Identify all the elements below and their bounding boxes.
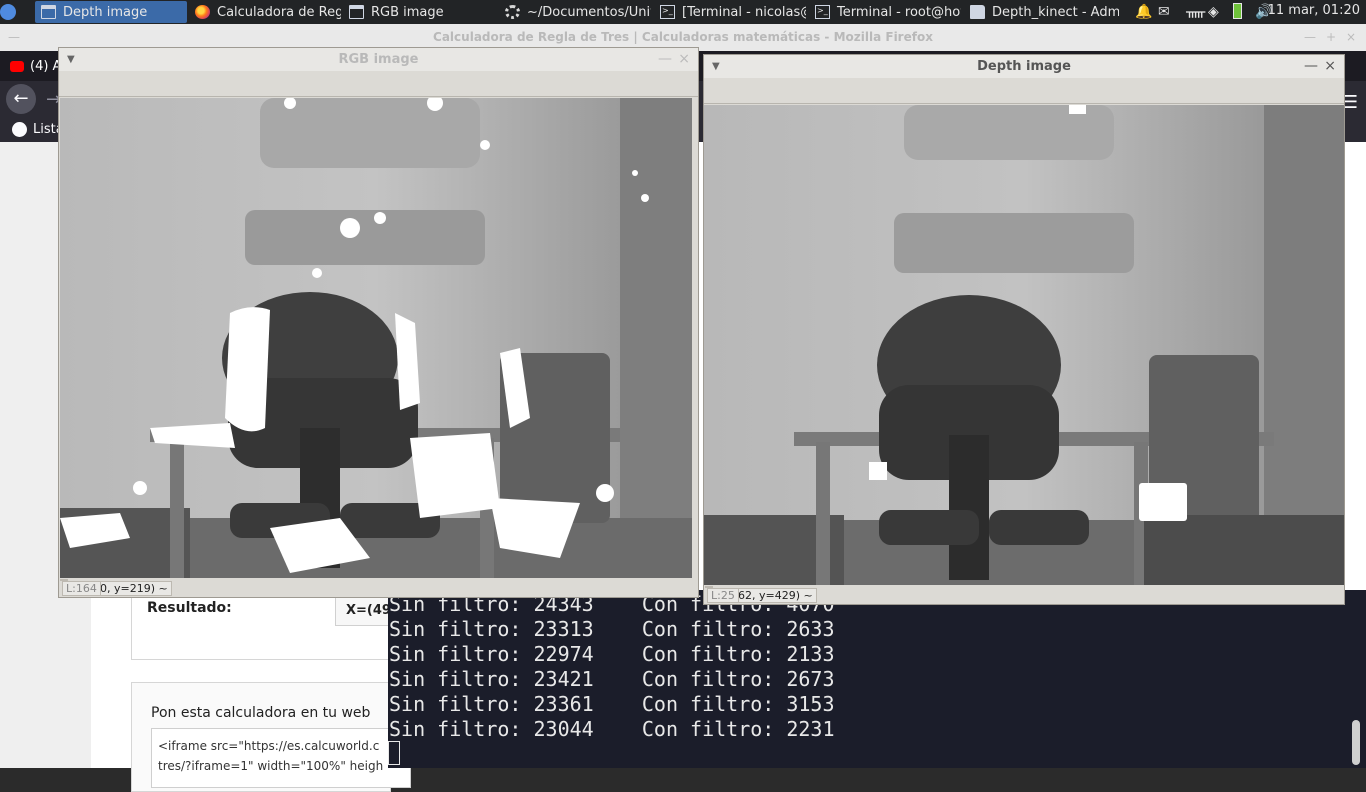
terminal-line: Sin filtro: 23361 Con filtro: 3153 xyxy=(389,692,835,716)
terminal-line: Sin filtro: 23313 Con filtro: 2633 xyxy=(389,617,835,641)
taskbar-app-terminal-nicolas[interactable]: >_ [Terminal - nicolas@... xyxy=(654,1,806,23)
rgb-window-toolbar xyxy=(59,71,698,97)
close-icon[interactable]: × xyxy=(1346,24,1356,51)
window-title: RGB image xyxy=(338,52,419,67)
taskbar-app-depth-image[interactable]: Depth image xyxy=(35,1,187,23)
taskbar-app-label: [Terminal - nicolas@... xyxy=(682,4,806,20)
pixel-readout: (x=570, y=219) ~ L:164 xyxy=(60,579,172,596)
rgb-depth-image[interactable] xyxy=(60,98,692,579)
app-menu-icon[interactable] xyxy=(0,4,16,20)
terminal-line: Sin filtro: 22974 Con filtro: 2133 xyxy=(389,642,835,666)
firefox-icon xyxy=(195,5,210,19)
taskbar: Depth image Calculadora de Regl... RGB i… xyxy=(0,0,1366,24)
rgb-window-statusbar: (x=570, y=219) ~ L:164 xyxy=(59,578,698,597)
depth-window-toolbar xyxy=(704,78,1344,104)
taskbar-app-label: RGB image xyxy=(371,4,444,20)
minimize-icon[interactable]: — xyxy=(1304,24,1316,51)
back-button[interactable]: ← xyxy=(6,84,36,114)
firefox-window-title: Calculadora de Regla de Tres | Calculado… xyxy=(433,30,933,44)
clock[interactable]: 11 mar, 01:20 xyxy=(1268,3,1360,18)
terminal-scrollbar[interactable] xyxy=(1352,720,1360,765)
embed-code-textarea[interactable]: <iframe src="https://es.calcuworld.c tre… xyxy=(151,728,411,788)
window-icon xyxy=(349,5,364,19)
depth-window-titlebar[interactable]: ▼ Depth image — × xyxy=(704,55,1344,78)
mail-icon[interactable]: ✉ xyxy=(1158,4,1170,20)
terminal-line: Sin filtro: 23421 Con filtro: 2673 xyxy=(389,667,835,691)
close-icon[interactable]: × xyxy=(678,48,690,71)
terminal-icon: >_ xyxy=(660,5,675,19)
youtube-icon xyxy=(10,60,24,72)
pixel-readout: (x=262, y=429) ~ L:25 xyxy=(705,586,817,603)
taskbar-app-depth-kinect[interactable]: Depth_kinect - Admi... xyxy=(964,1,1119,23)
embed-title: Pon esta calculadora en tu web xyxy=(151,705,371,721)
bluetooth-icon[interactable]: ᚅ xyxy=(1186,4,1205,20)
taskbar-app-label: Terminal - root@how... xyxy=(837,4,961,20)
depth-image-window[interactable]: ▼ Depth image — × (x=262, y=429) ~ L:25 xyxy=(703,54,1345,605)
battery-icon[interactable] xyxy=(1233,3,1242,19)
wifi-icon[interactable]: ◈ xyxy=(1208,4,1219,20)
terminal-window[interactable]: Sin filtro: 24343 Con filtro: 4070 Sin f… xyxy=(388,590,1366,768)
rgb-depth-image-graphic xyxy=(60,98,692,579)
taskbar-app-firefox[interactable]: Calculadora de Regl... xyxy=(189,1,341,23)
window-menu-icon[interactable]: — xyxy=(8,24,20,51)
taskbar-app-terminal-root[interactable]: >_ Terminal - root@how... xyxy=(809,1,961,23)
maximize-icon[interactable]: + xyxy=(1326,24,1336,51)
embed-card: Pon esta calculadora en tu web <iframe s… xyxy=(131,682,411,792)
window-menu-icon[interactable]: ▼ xyxy=(67,48,75,71)
taskbar-app-label: ~/Documentos/Univ... xyxy=(527,4,651,20)
terminal-icon: >_ xyxy=(815,5,830,19)
taskbar-app-label: Depth image xyxy=(63,4,148,20)
rgb-window-titlebar[interactable]: ▼ RGB image — × xyxy=(59,48,698,71)
minimize-icon[interactable]: — xyxy=(1304,55,1318,78)
result-label: Resultado: xyxy=(147,600,232,616)
pixel-value: L:25 xyxy=(707,588,739,603)
terminal-cursor xyxy=(388,741,400,765)
taskbar-app-rgb-image[interactable]: RGB image xyxy=(343,1,495,23)
gear-icon xyxy=(505,5,520,19)
close-icon[interactable]: × xyxy=(1324,55,1336,78)
result-value: X=(49 xyxy=(335,596,395,626)
depth-image-graphic xyxy=(704,105,1344,586)
minimize-icon[interactable]: — xyxy=(658,48,672,71)
taskbar-app-file-manager[interactable]: ~/Documentos/Univ... xyxy=(499,1,651,23)
window-title: Depth image xyxy=(977,59,1071,74)
window-icon xyxy=(41,5,56,19)
terminal-line: Sin filtro: 23044 Con filtro: 2231 xyxy=(389,717,835,741)
pixel-value: L:164 xyxy=(62,581,101,596)
folder-icon xyxy=(970,5,985,19)
bell-icon[interactable]: 🔔 xyxy=(1135,4,1152,20)
depth-image[interactable] xyxy=(704,105,1344,586)
window-menu-icon[interactable]: ▼ xyxy=(712,55,720,78)
github-icon xyxy=(12,122,27,137)
taskbar-app-label: Depth_kinect - Admi... xyxy=(992,4,1119,20)
taskbar-app-label: Calculadora de Regl... xyxy=(217,4,341,20)
depth-window-statusbar: (x=262, y=429) ~ L:25 xyxy=(704,585,1344,604)
rgb-image-window[interactable]: ▼ RGB image — × (x=570, y=219) ~ L:164 xyxy=(58,47,699,598)
